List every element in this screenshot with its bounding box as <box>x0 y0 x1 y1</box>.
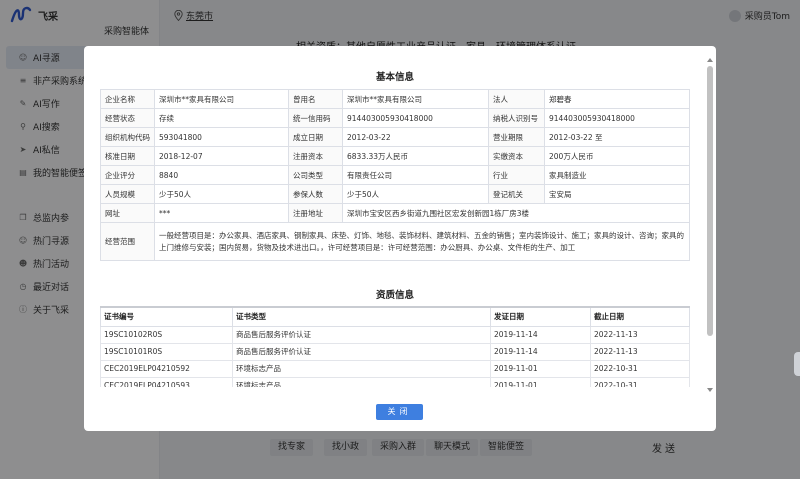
info-key: 企业名称 <box>100 89 155 109</box>
business-scope: 一般经营项目是：办公家具、酒店家具、钢制家具、床垫、灯饰、地毯、装饰材料、建筑材… <box>154 222 690 261</box>
info-key: 注册地址 <box>288 203 343 223</box>
info-row: 网址 *** 注册地址 深圳市宝安区西乡街道九围社区宏发创新园1栋厂房3楼 <box>100 203 690 223</box>
table-row: 19SC10102R0S 商品售后服务评价认证 2019-11-14 2022-11-… <box>100 325 690 344</box>
info-key: 曾用名 <box>288 89 343 109</box>
table-cell: 2019-11-14 <box>490 342 591 361</box>
table-cell: 环境标志产品 <box>232 359 491 378</box>
side-handle[interactable] <box>794 352 800 376</box>
info-key: 参保人数 <box>288 184 343 204</box>
info-value: 存续 <box>154 108 289 128</box>
info-row: 组织机构代码 593041800 成立日期 2012-03-22 营业期限 2012-03… <box>100 127 690 147</box>
scroll-down-icon[interactable] <box>707 388 713 392</box>
company-info-dialog: 基本信息 企业名称 深圳市**家具有限公司 曾用名 深圳市**家具有限公司 法人 郑碧春经… <box>84 46 716 431</box>
info-value: 2012-03-22 至 <box>544 127 690 147</box>
info-value: 深圳市宝安区西乡街道九围社区宏发创新园1栋厂房3楼 <box>342 203 690 223</box>
info-value: *** <box>154 203 289 223</box>
info-value: 593041800 <box>154 127 289 147</box>
info-key: 成立日期 <box>288 127 343 147</box>
table-cell: 商品售后服务评价认证 <box>232 342 491 361</box>
info-key: 网址 <box>100 203 155 223</box>
info-key: 注册资本 <box>288 146 343 166</box>
scroll-up-icon[interactable] <box>707 58 713 62</box>
info-row: 企业评分 8840 公司类型 有限责任公司 行业 家具制造业 <box>100 165 690 185</box>
info-key: 统一信用码 <box>288 108 343 128</box>
info-value: 2012-03-22 <box>342 127 489 147</box>
info-key: 实缴资本 <box>488 146 545 166</box>
basic-info-title: 基本信息 <box>375 72 414 83</box>
table-cell: 2019-11-14 <box>490 325 591 344</box>
qualification-title: 资质信息 <box>375 290 414 301</box>
table-cell: 19SC10102R0S <box>100 325 233 344</box>
table-cell: 2022-11-13 <box>590 342 690 361</box>
info-key: 公司类型 <box>288 165 343 185</box>
info-key: 法人 <box>488 89 545 109</box>
table-cell: 2022-11-13 <box>590 325 690 344</box>
info-key: 营业期限 <box>488 127 545 147</box>
info-row: 人员规模 少于50人 参保人数 少于50人 登记机关 宝安局 <box>100 184 690 204</box>
info-row-scope: 经营范围 一般经营项目是：办公家具、酒店家具、钢制家具、床垫、灯饰、地毯、装饰材料… <box>100 222 690 261</box>
info-row: 企业名称 深圳市**家具有限公司 曾用名 深圳市**家具有限公司 法人 郑碧春 <box>100 89 690 109</box>
info-key: 纳税人识别号 <box>488 108 545 128</box>
scroll-thumb[interactable] <box>707 66 713 336</box>
table-row: 19SC10101R0S 商品售后服务评价认证 2019-11-14 2022-11-… <box>100 342 690 361</box>
info-key: 企业评分 <box>100 165 155 185</box>
info-value: 914403005930418000 <box>544 108 690 128</box>
info-row: 经营状态 存续 统一信用码 914403005930418000 纳税人识别号 91440… <box>100 108 690 128</box>
info-key: 核准日期 <box>100 146 155 166</box>
info-value: 深圳市**家具有限公司 <box>342 89 489 109</box>
table-cell: 2019-11-01 <box>490 376 591 387</box>
column-header: 发证日期 <box>490 306 591 327</box>
info-value: 少于50人 <box>342 184 489 204</box>
info-value: 宝安局 <box>544 184 690 204</box>
info-key: 经营范围 <box>100 222 155 261</box>
column-header: 证书编号 <box>100 306 233 327</box>
column-header: 证书类型 <box>232 306 491 327</box>
table-row: CEC2019ELP04210593 环境标志产品 2019-11-01 2022-1… <box>100 376 690 387</box>
basic-info-table: 企业名称 深圳市**家具有限公司 曾用名 深圳市**家具有限公司 法人 郑碧春 经营状态 存续… <box>100 89 690 261</box>
info-key: 人员规模 <box>100 184 155 204</box>
table-cell: CEC2019ELP04210592 <box>100 359 233 378</box>
table-row: CEC2019ELP04210592 环境标志产品 2019-11-01 2022-1… <box>100 359 690 378</box>
info-value: 郑碧春 <box>544 89 690 109</box>
info-value: 深圳市**家具有限公司 <box>154 89 289 109</box>
info-value: 914403005930418000 <box>342 108 489 128</box>
table-cell: 2022-10-31 <box>590 376 690 387</box>
info-value: 少于50人 <box>154 184 289 204</box>
info-value: 200万人民币 <box>544 146 690 166</box>
info-value: 2018-12-07 <box>154 146 289 166</box>
table-cell: CEC2019ELP04210593 <box>100 376 233 387</box>
info-key: 登记机关 <box>488 184 545 204</box>
close-button[interactable]: 关闭 <box>376 404 423 420</box>
table-cell: 2022-10-31 <box>590 359 690 378</box>
table-cell: 2019-11-01 <box>490 359 591 378</box>
info-key: 经营状态 <box>100 108 155 128</box>
info-key: 组织机构代码 <box>100 127 155 147</box>
info-value: 有限责任公司 <box>342 165 489 185</box>
info-row: 核准日期 2018-12-07 注册资本 6833.33万人民币 实缴资本 200万人民币 <box>100 146 690 166</box>
qualification-table: 证书编号 证书类型 发证日期 截止日期 19SC10102R0S 商品售后服务评价认证 2… <box>100 306 690 387</box>
column-header: 截止日期 <box>590 306 690 327</box>
info-value: 8840 <box>154 165 289 185</box>
info-key: 行业 <box>488 165 545 185</box>
info-value: 6833.33万人民币 <box>342 146 489 166</box>
table-cell: 商品售后服务评价认证 <box>232 325 491 344</box>
info-value: 家具制造业 <box>544 165 690 185</box>
table-cell: 环境标志产品 <box>232 376 491 387</box>
dialog-scroll-area[interactable]: 基本信息 企业名称 深圳市**家具有限公司 曾用名 深圳市**家具有限公司 法人 郑碧春经… <box>84 46 706 387</box>
dialog-scrollbar[interactable] <box>706 52 714 392</box>
table-cell: 19SC10101R0S <box>100 342 233 361</box>
